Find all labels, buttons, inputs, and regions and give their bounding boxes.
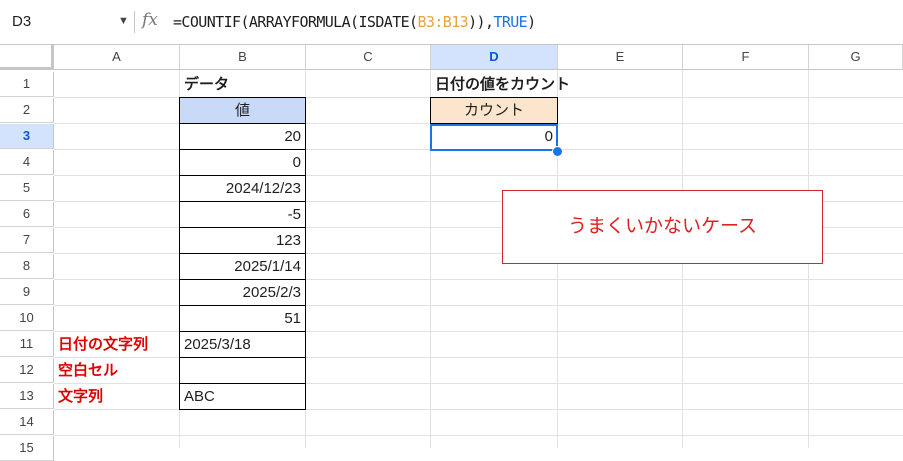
- cell-d2[interactable]: カウント: [430, 97, 558, 124]
- cell-b9[interactable]: 2025/2/3: [179, 279, 306, 306]
- cell-b5[interactable]: 2024/12/23: [179, 175, 306, 202]
- cell-b10[interactable]: 51: [179, 305, 306, 332]
- cell-a12[interactable]: 空白セル: [54, 358, 180, 383]
- formula-input[interactable]: =COUNTIF(ARRAYFORMULA(ISDATE(B3:B13)),TR…: [173, 13, 536, 31]
- cell-b2[interactable]: 値: [179, 97, 306, 124]
- column-header-e[interactable]: E: [558, 45, 683, 70]
- row-header-15[interactable]: 15: [0, 436, 54, 461]
- fill-handle[interactable]: [552, 146, 563, 157]
- row-header-11[interactable]: 11: [0, 332, 54, 357]
- formula-bar: D3 ▼ fx =COUNTIF(ARRAYFORMULA(ISDATE(B3:…: [0, 0, 903, 45]
- row-header-3[interactable]: 3: [0, 124, 54, 149]
- row-header-2[interactable]: 2: [0, 98, 54, 123]
- formula-range-ref: B3:B13: [417, 13, 469, 31]
- row-header-1[interactable]: 1: [0, 72, 54, 97]
- column-header-d[interactable]: D: [431, 45, 558, 70]
- select-all-corner[interactable]: [0, 45, 54, 70]
- gridline: [54, 435, 903, 436]
- column-header-g[interactable]: G: [809, 45, 903, 70]
- row-header-13[interactable]: 13: [0, 384, 54, 409]
- formula-mid: )),: [468, 13, 494, 31]
- row-header-14[interactable]: 14: [0, 410, 54, 435]
- cell-b6[interactable]: -5: [179, 201, 306, 228]
- name-box[interactable]: D3: [12, 13, 31, 30]
- column-header-c[interactable]: C: [306, 45, 431, 70]
- active-cell-outline: [430, 124, 558, 151]
- name-box-dropdown-icon[interactable]: ▼: [118, 15, 129, 27]
- note-textbox[interactable]: うまくいかないケース: [502, 190, 823, 264]
- cell-b8[interactable]: 2025/1/14: [179, 253, 306, 280]
- formula-bar-divider: [134, 11, 135, 33]
- formula-true-keyword: TRUE: [493, 13, 528, 31]
- row-header-4[interactable]: 4: [0, 150, 54, 175]
- row-header-6[interactable]: 6: [0, 202, 54, 227]
- cell-b11[interactable]: 2025/3/18: [179, 331, 306, 358]
- fx-icon: fx: [142, 10, 158, 30]
- row-header-5[interactable]: 5: [0, 176, 54, 201]
- cell-b1[interactable]: データ: [180, 72, 306, 97]
- column-header-f[interactable]: F: [683, 45, 809, 70]
- cell-b13[interactable]: ABC: [179, 383, 306, 410]
- row-header-12[interactable]: 12: [0, 358, 54, 383]
- row-header-9[interactable]: 9: [0, 280, 54, 305]
- column-header-b[interactable]: B: [180, 45, 306, 70]
- row-header-7[interactable]: 7: [0, 228, 54, 253]
- cell-a13[interactable]: 文字列: [54, 384, 180, 409]
- cell-d1[interactable]: 日付の値をカウント: [431, 72, 631, 97]
- cell-b7[interactable]: 123: [179, 227, 306, 254]
- cell-b3[interactable]: 20: [179, 123, 306, 150]
- formula-suffix: ): [527, 13, 536, 31]
- cell-a11[interactable]: 日付の文字列: [54, 332, 180, 357]
- cell-b12[interactable]: [179, 357, 306, 384]
- column-header-a[interactable]: A: [54, 45, 180, 70]
- cell-b4[interactable]: 0: [179, 149, 306, 176]
- formula-prefix: =COUNTIF(ARRAYFORMULA(ISDATE(: [173, 13, 418, 31]
- row-header-8[interactable]: 8: [0, 254, 54, 279]
- row-header-10[interactable]: 10: [0, 306, 54, 331]
